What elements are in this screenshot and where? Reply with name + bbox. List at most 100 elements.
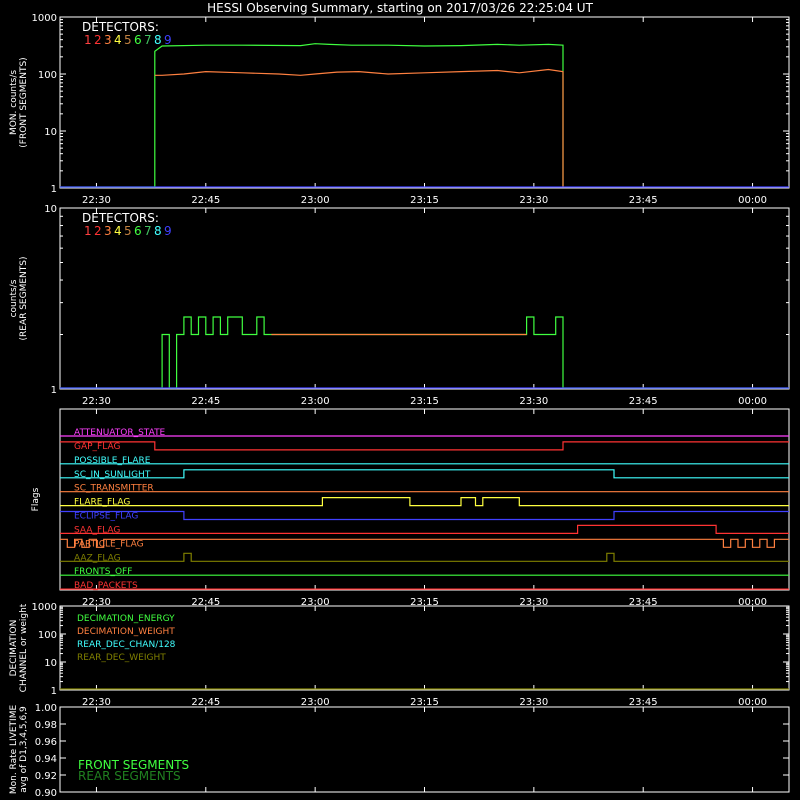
y-tick-label: 100: [38, 630, 57, 641]
flag-line: [60, 538, 789, 548]
detector-legend-item: 6: [134, 33, 142, 47]
flags-panel: 22:30 22:45 23:00 23:15 23:30 23:45 00:00Flags…: [31, 408, 790, 608]
flag-line: [60, 497, 789, 507]
detector-legend-item: 2: [94, 33, 102, 47]
y-tick-label: 10: [44, 127, 57, 138]
detector-legend-item: 5: [124, 224, 132, 238]
time-tick-label: 23:00: [301, 697, 330, 708]
decimation-y-label: CHANNEL or weight: [19, 603, 29, 692]
detector-legend-item: 3: [104, 224, 112, 238]
time-tick-label: 22:30: [82, 195, 111, 206]
front-series-line: [154, 68, 564, 187]
detector-legend-item: 7: [144, 224, 152, 238]
flag-label: ECLIPSE_FLAG: [74, 512, 138, 522]
detector-legend-item: 4: [114, 33, 122, 47]
rear-y-label: (REAR SEGMENTS): [19, 256, 29, 340]
y-tick-label: 100: [38, 70, 57, 81]
decimation-legend-item: DECIMATION_ENERGY: [77, 614, 175, 624]
time-tick-label: 23:30: [519, 195, 548, 206]
detector-legend-item: 9: [164, 224, 172, 238]
y-tick-label: 0.90: [35, 788, 57, 799]
decimation-legend-item: DECIMATION_WEIGHT: [77, 627, 175, 637]
flag-label: SC_TRANSMITTER: [74, 484, 154, 494]
flag-label: FRONTS_OFF: [74, 567, 132, 577]
y-tick-label: 1: [51, 184, 57, 195]
time-tick-label: 23:00: [301, 195, 330, 206]
flag-line: [60, 441, 789, 451]
front-panel: 1 10 100 1000 22:30 22:45 23:00 23:15 23:30 23:45…: [9, 13, 790, 206]
flags-y-label: Flags: [31, 487, 41, 511]
detector-legend-item: 2: [94, 224, 102, 238]
rear-panel: 1 10 22:30 22:45 23:00 23:15 23:30 23:45 00:00 co…: [9, 204, 790, 407]
flag-line: [60, 469, 789, 479]
y-tick-label: 1: [51, 686, 57, 697]
time-tick-label: 23:45: [629, 396, 658, 407]
detector-legend-item: 1: [84, 33, 92, 47]
y-tick-label: 10: [44, 658, 57, 669]
detector-legend-item: 8: [154, 33, 162, 47]
livetime-y-label: Mon. Rate LIVETIME: [9, 705, 19, 795]
detector-legend-item: 9: [164, 33, 172, 47]
observing-summary-figure: HESSI Observing Summary, starting on 201…: [9, 1, 790, 799]
time-tick-label: 00:00: [738, 697, 767, 708]
time-tick-label: 22:45: [191, 195, 220, 206]
detector-legend-item: 5: [124, 33, 132, 47]
livetime-y-label: avg of D1,3,4,5,6,9: [19, 706, 29, 793]
front-series-line: [60, 43, 564, 188]
detector-legend-item: 8: [154, 224, 162, 238]
detectors-legend-label: DETECTORS:: [82, 211, 159, 225]
front-y-label: (FRONT SEGMENTS): [19, 57, 29, 147]
flag-line: [60, 524, 789, 535]
flag-label: FLARE_FLAG: [74, 498, 130, 508]
flag-label: PARTICLE_FLAG: [74, 539, 144, 549]
detector-legend-item: 4: [114, 224, 122, 238]
detector-legend-item: 3: [104, 33, 112, 47]
flag-line: [60, 552, 789, 562]
flag-line: [60, 510, 789, 521]
detector-legend-item: 1: [84, 224, 92, 238]
decimation-legend-item: REAR_DEC_CHAN/128: [77, 640, 176, 650]
time-tick-label: 23:15: [410, 697, 439, 708]
flag-label: GAP_FLAG: [74, 442, 120, 452]
time-tick-label: 23:45: [629, 195, 658, 206]
front-y-label: MON. counts/s: [9, 70, 19, 135]
y-tick-label: 10: [44, 204, 57, 215]
detector-legend-item: 6: [134, 224, 142, 238]
y-tick-label: 0.94: [35, 754, 57, 765]
y-tick-label: 0.98: [35, 720, 57, 731]
rear-y-label: counts/s: [9, 279, 19, 317]
flag-label: AAZ_FLAG: [74, 553, 121, 563]
detectors-legend-label: DETECTORS:: [82, 20, 159, 34]
time-tick-label: 00:00: [738, 195, 767, 206]
y-tick-label: 1: [51, 385, 57, 396]
time-tick-label: 23:00: [301, 396, 330, 407]
y-tick-label: 0.92: [35, 771, 57, 782]
flag-label: BAD_PACKETS: [74, 581, 138, 591]
time-tick-label: 22:30: [82, 396, 111, 407]
time-tick-label: 23:45: [629, 697, 658, 708]
y-tick-label: 0.96: [35, 737, 57, 748]
y-tick-label: 1000: [32, 602, 57, 613]
flag-label: SC_IN_SUNLIGHT: [74, 470, 151, 480]
y-tick-label: 1000: [32, 13, 57, 24]
rear-series-line: [60, 316, 789, 389]
time-tick-label: 23:15: [410, 396, 439, 407]
time-tick-label: 22:30: [82, 697, 111, 708]
time-tick-label: 23:15: [410, 195, 439, 206]
livetime-panel: 0.90 0.92 0.94 0.96 0.98 1.00 Mon. Rate LIVETI…: [9, 703, 790, 799]
flag-label: ATTENUATOR_STATE: [74, 428, 166, 438]
time-tick-label: 22:45: [191, 697, 220, 708]
figure-title: HESSI Observing Summary, starting on 201…: [207, 1, 593, 15]
y-tick-label: 1.00: [35, 703, 57, 714]
flag-label: POSSIBLE_FLARE: [74, 456, 151, 466]
livetime-legend-item: REAR SEGMENTS: [78, 769, 181, 783]
decimation-y-label: DECIMATION: [9, 620, 19, 677]
time-tick-label: 23:30: [519, 697, 548, 708]
flag-label: SAA_FLAG: [74, 525, 120, 535]
time-tick-label: 22:45: [191, 396, 220, 407]
decimation-legend-item: REAR_DEC_WEIGHT: [77, 653, 166, 663]
detector-legend-item: 7: [144, 33, 152, 47]
time-tick-label: 23:30: [519, 396, 548, 407]
time-tick-label: 00:00: [738, 396, 767, 407]
decimation-panel: 1 10 100 1000 22:30 22:45 23:00 23:15 23:30 23:45…: [9, 602, 790, 708]
